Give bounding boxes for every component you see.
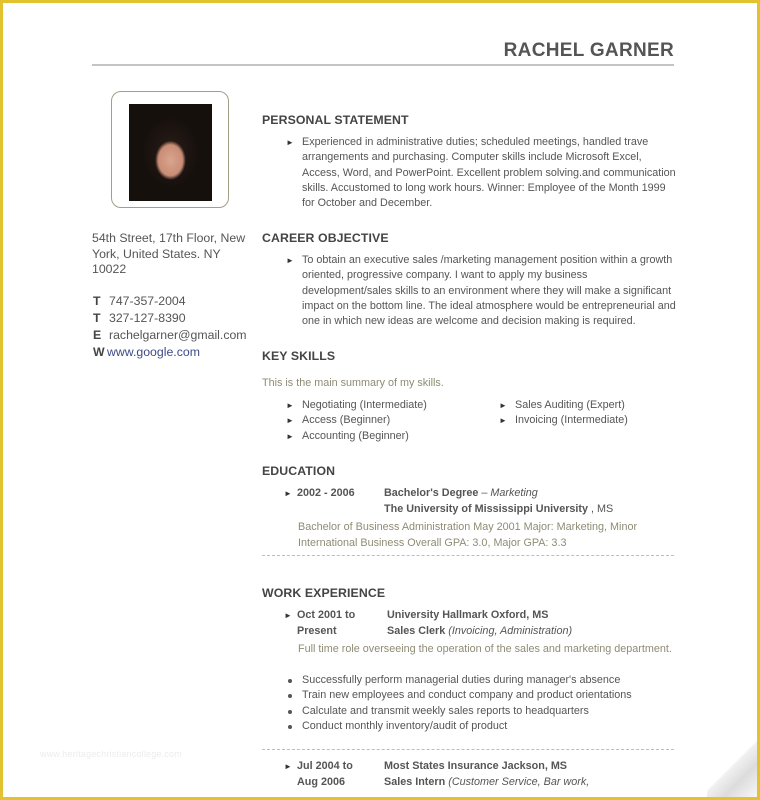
school-name: The University of Mississippi University xyxy=(384,502,589,515)
profile-photo xyxy=(129,104,212,201)
education-note: Bachelor of Business Administration May … xyxy=(298,521,638,549)
email-value[interactable]: rachelgarner@gmail.com xyxy=(109,327,247,344)
entry-divider xyxy=(262,749,674,750)
contact-website: W www.google.com xyxy=(93,344,247,361)
skill-item: ► Access (Beginner) xyxy=(286,413,427,428)
job-role: Sales Clerk xyxy=(387,624,446,637)
phone-value: 747-357-2004 xyxy=(109,294,186,308)
section-title-work-experience: WORK EXPERIENCE xyxy=(262,586,386,600)
website-link[interactable]: www.google.com xyxy=(107,344,200,361)
duty-item: Calculate and transmit weekly sales repo… xyxy=(288,704,632,719)
role-detail: (Customer Service, Bar work, xyxy=(448,775,590,788)
arrow-bullet-icon: ► xyxy=(499,416,507,426)
phone-value: 327-127-8390 xyxy=(109,311,186,325)
contact-phone-1: T 747-357-2004 xyxy=(93,293,247,310)
skills-intro: This is the main summary of my skills. xyxy=(262,377,444,389)
personal-statement-text: Experienced in administrative duties; sc… xyxy=(302,136,676,210)
arrow-bullet-icon: ► xyxy=(286,431,294,441)
arrow-bullet-icon: ► xyxy=(286,138,294,147)
skills-column-1: ► Negotiating (Intermediate) ► Access (Beg… xyxy=(286,398,427,444)
phone-label: T xyxy=(93,311,101,325)
duty-item: Successfully perform managerial duties d… xyxy=(288,673,632,688)
job-role: Sales Intern xyxy=(384,775,446,788)
personal-statement: ► Experienced in administrative duties; … xyxy=(286,135,676,211)
duty-item: Train new employees and conduct company … xyxy=(288,688,632,703)
role-detail: (Invoicing, Administration) xyxy=(448,624,573,637)
skills-column-2: ► Sales Auditing (Expert) ► Invoicing (Int… xyxy=(499,398,628,429)
section-title-personal-statement: PERSONAL STATEMENT xyxy=(262,113,409,127)
section-title-career-objective: CAREER OBJECTIVE xyxy=(262,231,389,245)
degree: Bachelor's Degree xyxy=(384,487,479,499)
website-label: W xyxy=(93,345,105,359)
arrow-bullet-icon: ► xyxy=(284,762,292,771)
career-objective: ► To obtain an executive sales /marketin… xyxy=(286,253,678,329)
work-details: Most States Insurance Jackson, MS Sales … xyxy=(384,759,589,790)
company: Most States Insurance Jackson, MS xyxy=(384,760,568,772)
career-objective-text: To obtain an executive sales /marketing … xyxy=(302,254,676,328)
school-location: , MS xyxy=(588,502,614,515)
contact-email: E rachelgarner@gmail.com xyxy=(93,327,247,344)
skill-item: ► Sales Auditing (Expert) xyxy=(499,398,628,413)
resume-name: RACHEL GARNER xyxy=(503,40,674,61)
arrow-bullet-icon: ► xyxy=(284,489,292,498)
section-title-education: EDUCATION xyxy=(262,464,336,478)
address: 54th Street, 17th Floor, New York, Unite… xyxy=(92,231,246,276)
education-details: Bachelor's Degree – Marketing The Univer… xyxy=(384,487,614,515)
skill-item: ► Accounting (Beginner) xyxy=(286,429,427,444)
header-divider xyxy=(92,64,674,66)
work-date: Jul 2004 to Aug 2006 xyxy=(297,760,353,788)
skill-item: ► Invoicing (Intermediate) xyxy=(499,413,628,428)
work-duties: Successfully perform managerial duties d… xyxy=(288,673,632,734)
email-label: E xyxy=(93,328,102,342)
duty-item: Conduct monthly inventory/audit of produ… xyxy=(288,719,632,734)
field-of-study: Marketing xyxy=(490,487,538,499)
contact-phone-2: T 327-127-8390 xyxy=(93,310,247,327)
arrow-bullet-icon: ► xyxy=(286,256,294,265)
work-date: Oct 2001 to Present xyxy=(297,609,356,637)
photo-frame xyxy=(111,91,229,208)
company: University Hallmark Oxford, MS xyxy=(387,609,549,621)
education-date: 2002 - 2006 xyxy=(297,487,355,499)
phone-label: T xyxy=(93,294,101,308)
arrow-bullet-icon: ► xyxy=(286,416,294,426)
section-title-key-skills: KEY SKILLS xyxy=(262,349,336,363)
arrow-bullet-icon: ► xyxy=(286,401,294,410)
contact-list: T 747-357-2004 T 327-127-8390 E rachelga… xyxy=(93,293,247,361)
page-curl-icon xyxy=(707,737,757,797)
arrow-bullet-icon: ► xyxy=(499,401,507,410)
section-divider xyxy=(262,555,674,556)
arrow-bullet-icon: ► xyxy=(284,611,292,620)
work-details: University Hallmark Oxford, MS Sales Cle… xyxy=(387,608,572,639)
work-note: Full time role overseeing the operation … xyxy=(298,643,672,655)
skill-item: ► Negotiating (Intermediate) xyxy=(286,398,427,413)
watermark: www.heritagechristiancollege.com xyxy=(40,749,182,759)
